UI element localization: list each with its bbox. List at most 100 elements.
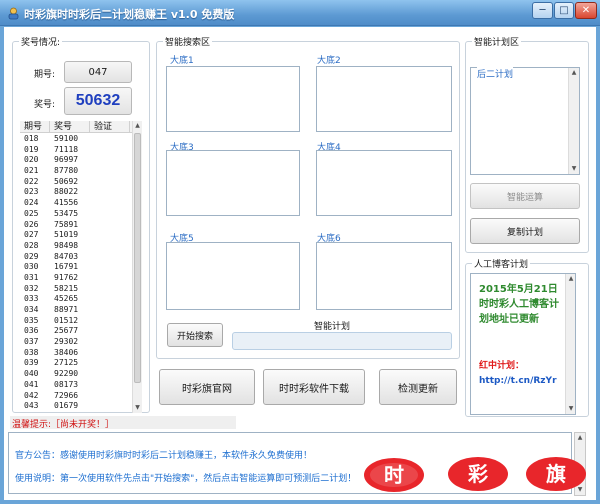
cell-number: 45265	[54, 294, 79, 304]
search-group-title: 智能搜索区	[163, 35, 213, 48]
scroll-up-icon[interactable]: ▲	[569, 68, 579, 78]
table-row[interactable]: 026 75891	[20, 220, 132, 231]
cell-number: 53475	[54, 208, 79, 218]
cell-verify	[90, 198, 132, 209]
cell-period: 035	[24, 315, 39, 325]
cell-verify	[90, 358, 132, 369]
cell-verify	[90, 348, 132, 359]
table-row[interactable]: 024 41556	[20, 198, 132, 209]
cell-period: 023	[24, 187, 39, 197]
table-row[interactable]: 023 88022	[20, 187, 132, 198]
scroll-up-icon[interactable]: ▲	[575, 433, 585, 443]
cell-verify	[90, 284, 132, 295]
scroll-down-icon[interactable]: ▼	[133, 403, 142, 413]
copy-plan-button[interactable]: 复制计划	[470, 218, 580, 244]
cell-verify	[90, 337, 132, 348]
cell-number: 71118	[54, 144, 79, 154]
table-row[interactable]: 022 50692	[20, 177, 132, 188]
smart-calc-button[interactable]: 智能运算	[470, 183, 580, 209]
blog-scrollbar[interactable]: ▲ ▼	[565, 274, 575, 414]
cell-verify	[90, 187, 132, 198]
number-value: 50632	[75, 92, 121, 109]
maximize-button[interactable]: □	[554, 2, 574, 19]
table-row[interactable]: 039 27125	[20, 358, 132, 369]
cell-number: 88971	[54, 305, 79, 314]
table-row[interactable]: 029 84703	[20, 252, 132, 263]
table-row[interactable]: 032 58215	[20, 284, 132, 295]
close-button[interactable]: ✕	[575, 2, 597, 19]
lottery-group-title: 奖号情况:	[19, 35, 63, 48]
cell-period: 025	[24, 208, 39, 218]
col-number: 奖号	[50, 121, 90, 132]
cell-verify	[90, 326, 132, 337]
table-row[interactable]: 042 72966	[20, 391, 132, 402]
window-title: 时彩旗时时彩后二计划稳赚王 v1.0 免费版	[24, 8, 235, 21]
cell-period: 042	[24, 390, 39, 400]
cell-period: 022	[24, 176, 39, 186]
cell-number: 51019	[54, 230, 79, 240]
cell-period: 041	[24, 379, 39, 389]
cell-period: 026	[24, 219, 39, 229]
cell-number: 08173	[54, 379, 79, 389]
table-row[interactable]: 038 38406	[20, 348, 132, 359]
scroll-down-icon[interactable]: ▼	[569, 164, 579, 174]
box-5-textarea[interactable]	[166, 242, 300, 310]
cell-period: 034	[24, 305, 39, 314]
cell-period: 020	[24, 155, 39, 165]
box-1-textarea[interactable]	[166, 66, 300, 132]
table-row[interactable]: 020 96997	[20, 155, 132, 166]
table-row[interactable]: 018 59100	[20, 134, 132, 145]
table-row[interactable]: 036 25677	[20, 326, 132, 337]
table-row[interactable]: 028 98498	[20, 241, 132, 252]
scroll-down-icon[interactable]: ▼	[566, 404, 575, 414]
cell-number: 59100	[54, 134, 79, 143]
cell-verify	[90, 262, 132, 273]
results-table-body: 018 59100 019 71118 020 96997 021 87780 022 50692…	[20, 134, 132, 412]
brand-decoration: 时 彩 旗	[364, 457, 586, 492]
cell-verify	[90, 252, 132, 263]
table-row[interactable]: 033 45265	[20, 294, 132, 305]
cell-period: 019	[24, 144, 39, 154]
table-row[interactable]: 034 88971	[20, 305, 132, 316]
col-period: 期号	[20, 121, 50, 132]
period-value: 047	[88, 66, 108, 78]
scroll-up-icon[interactable]: ▲	[133, 121, 142, 131]
scroll-thumb[interactable]	[134, 133, 141, 383]
plan-textarea[interactable]: 后二计划 ▲ ▼	[470, 67, 580, 175]
table-row[interactable]: 021 87780	[20, 166, 132, 177]
table-row[interactable]: 030 16791	[20, 262, 132, 273]
cell-number: 72966	[54, 390, 79, 400]
results-scrollbar[interactable]: ▲ ▼	[132, 121, 142, 413]
table-row[interactable]: 043 01679	[20, 401, 132, 412]
start-search-button[interactable]: 开始搜索	[167, 323, 223, 347]
table-row[interactable]: 041 08173	[20, 380, 132, 391]
table-row[interactable]: 040 92290	[20, 369, 132, 380]
cell-number: 84703	[54, 251, 79, 261]
plan-scrollbar[interactable]: ▲ ▼	[568, 68, 579, 174]
cell-period: 029	[24, 251, 39, 261]
box-3-textarea[interactable]	[166, 150, 300, 216]
client-area: 奖号情况: 期号: 047 奖号: 50632 期号 奖号 验证 018 5910…	[4, 27, 596, 500]
minimize-button[interactable]: ─	[532, 2, 553, 19]
progress-label: 智能计划	[314, 322, 351, 332]
table-row[interactable]: 035 01512	[20, 316, 132, 327]
check-update-button[interactable]: 检测更新	[379, 369, 457, 405]
cell-number: 92290	[54, 369, 79, 379]
box-6-textarea[interactable]	[316, 242, 452, 310]
cell-number: 91762	[54, 272, 79, 282]
website-button[interactable]: 时彩旗官网	[159, 369, 255, 405]
cell-verify	[90, 155, 132, 166]
table-row[interactable]: 027 51019	[20, 230, 132, 241]
number-field: 50632	[64, 87, 132, 115]
plan-box-title: 后二计划	[477, 67, 514, 80]
table-row[interactable]: 037 29302	[20, 337, 132, 348]
blog-link[interactable]: http://t.cn/RzYr	[479, 376, 557, 386]
table-row[interactable]: 031 91762	[20, 273, 132, 284]
download-button[interactable]: 时时彩软件下载	[263, 369, 365, 405]
scroll-up-icon[interactable]: ▲	[566, 274, 575, 284]
table-row[interactable]: 019 71118	[20, 145, 132, 156]
box-2-textarea[interactable]	[316, 66, 452, 132]
table-row[interactable]: 025 53475	[20, 209, 132, 220]
box-4-textarea[interactable]	[316, 150, 452, 216]
plan-group-title: 智能计划区	[472, 35, 522, 48]
